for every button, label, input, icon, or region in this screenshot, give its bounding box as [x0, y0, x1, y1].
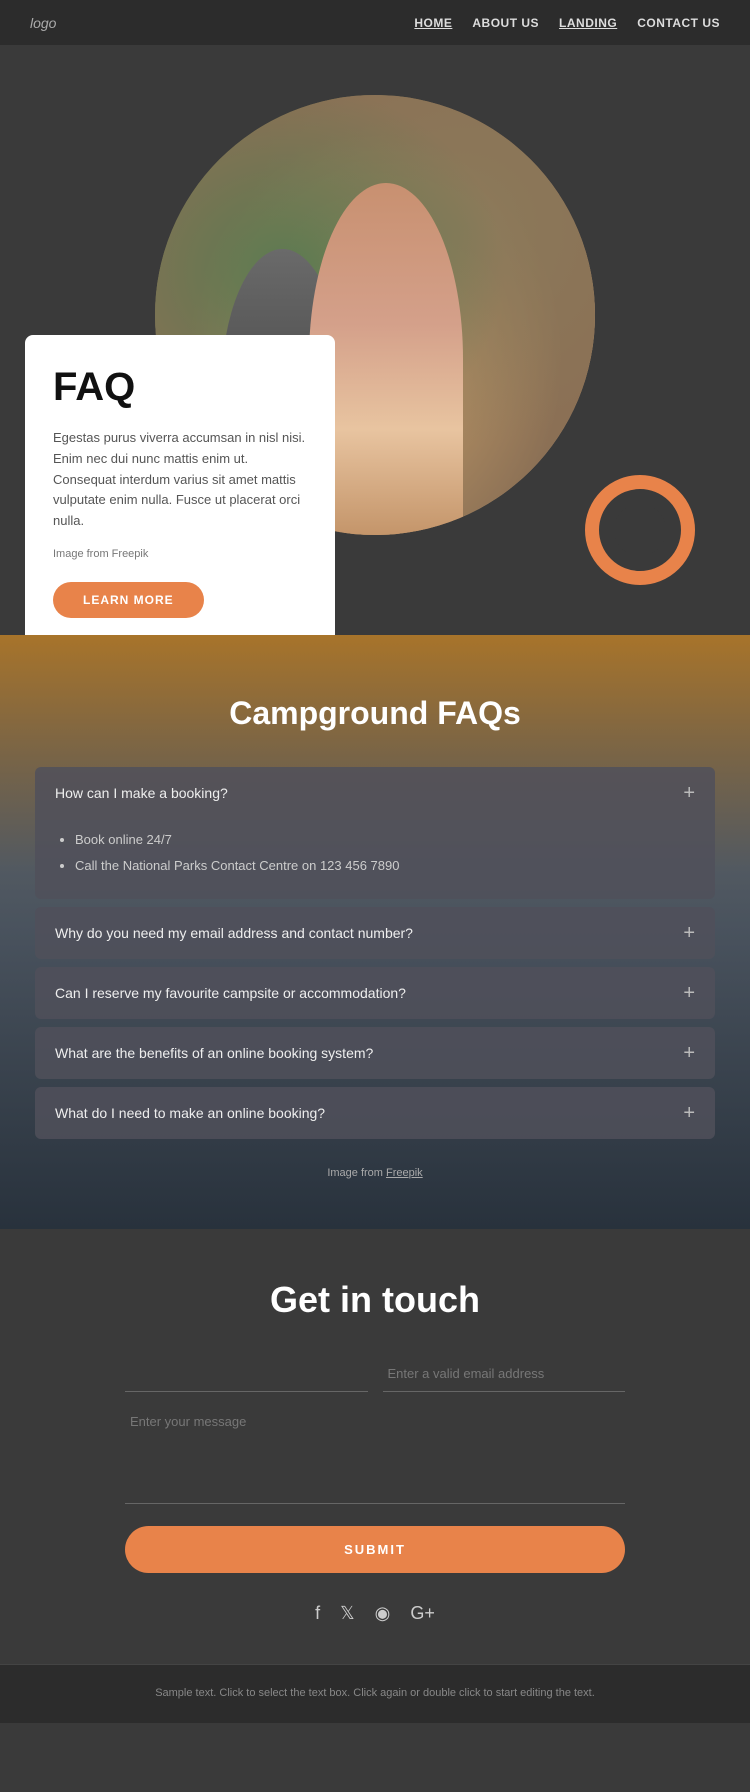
campground-image-credit: Image from Freepik	[0, 1167, 750, 1189]
faq-title: FAQ	[53, 365, 307, 410]
nav-link-contact[interactable]: CONTACT US	[637, 16, 720, 30]
footer: Sample text. Click to select the text bo…	[0, 1664, 750, 1723]
hero-section: FAQ Egestas purus viverra accumsan in ni…	[0, 45, 750, 635]
faq-question-1: Why do you need my email address and con…	[55, 925, 413, 941]
nav-item-home[interactable]: HOME	[414, 14, 452, 32]
faq-card: FAQ Egestas purus viverra accumsan in ni…	[25, 335, 335, 635]
campground-section: Campground FAQs How can I make a booking…	[0, 635, 750, 1229]
footer-text: Sample text. Click to select the text bo…	[30, 1685, 720, 1703]
faq-question-3: What are the benefits of an online booki…	[55, 1045, 373, 1061]
faq-question-4: What do I need to make an online booking…	[55, 1105, 325, 1121]
submit-button[interactable]: SUBMIT	[125, 1526, 625, 1573]
faq-question-0: How can I make a booking?	[55, 785, 228, 801]
faq-item-4: What do I need to make an online booking…	[35, 1087, 715, 1139]
nav-links: HOME ABOUT US LANDING CONTACT US	[414, 14, 720, 32]
faq-item-header-2[interactable]: Can I reserve my favourite campsite or a…	[35, 967, 715, 1019]
faq-plus-icon-3: +	[683, 1043, 695, 1063]
nav-link-landing[interactable]: LANDING	[559, 16, 617, 30]
name-input[interactable]	[125, 1356, 368, 1392]
nav-item-about[interactable]: ABOUT US	[472, 14, 539, 32]
campground-credit-text: Image from	[327, 1167, 386, 1179]
campground-title: Campground FAQs	[0, 695, 750, 732]
instagram-icon[interactable]: ◉	[375, 1603, 391, 1624]
faq-question-2: Can I reserve my favourite campsite or a…	[55, 985, 406, 1001]
faq-item-1: Why do you need my email address and con…	[35, 907, 715, 959]
faq-plus-icon-0: +	[683, 783, 695, 803]
message-textarea[interactable]	[125, 1404, 625, 1504]
faq-item-header-1[interactable]: Why do you need my email address and con…	[35, 907, 715, 959]
faq-item-2: Can I reserve my favourite campsite or a…	[35, 967, 715, 1019]
freepik-link[interactable]: Freepik	[386, 1167, 423, 1179]
faq-plus-icon-4: +	[683, 1103, 695, 1123]
nav-link-about[interactable]: ABOUT US	[472, 16, 539, 30]
twitter-icon[interactable]: 𝕏	[340, 1603, 355, 1624]
contact-section: Get in touch SUBMIT f 𝕏 ◉ G+	[0, 1229, 750, 1664]
faq-item-header-0[interactable]: How can I make a booking? +	[35, 767, 715, 819]
social-icons: f 𝕏 ◉ G+	[30, 1603, 720, 1624]
contact-title: Get in touch	[30, 1279, 720, 1321]
navbar: logo HOME ABOUT US LANDING CONTACT US	[0, 0, 750, 45]
decorative-circle-inner	[614, 504, 666, 556]
faq-accordion: How can I make a booking? + Book online …	[0, 767, 750, 1139]
faq-plus-icon-2: +	[683, 983, 695, 1003]
faq-item-0: How can I make a booking? + Book online …	[35, 767, 715, 899]
faq-item-header-4[interactable]: What do I need to make an online booking…	[35, 1087, 715, 1139]
contact-name-email-row	[125, 1356, 625, 1392]
facebook-icon[interactable]: f	[315, 1603, 320, 1624]
email-input[interactable]	[383, 1356, 626, 1392]
faq-plus-icon-1: +	[683, 923, 695, 943]
googleplus-icon[interactable]: G+	[410, 1603, 435, 1624]
decorative-circle	[585, 475, 695, 585]
faq-item-3: What are the benefits of an online booki…	[35, 1027, 715, 1079]
nav-link-home[interactable]: HOME	[414, 16, 452, 30]
faq-item-body-0: Book online 24/7 Call the National Parks…	[35, 819, 715, 899]
faq-answer-item-0-1: Call the National Parks Contact Centre o…	[75, 855, 695, 877]
faq-description: Egestas purus viverra accumsan in nisl n…	[53, 428, 307, 532]
faq-item-header-3[interactable]: What are the benefits of an online booki…	[35, 1027, 715, 1079]
learn-more-button[interactable]: LEARN MORE	[53, 582, 204, 618]
faq-answer-item-0-0: Book online 24/7	[75, 829, 695, 851]
contact-form: SUBMIT	[125, 1356, 625, 1573]
nav-item-landing[interactable]: LANDING	[559, 14, 617, 32]
logo: logo	[30, 15, 56, 31]
nav-item-contact[interactable]: CONTACT US	[637, 14, 720, 32]
hero-image-credit: Image from Freepik	[53, 546, 307, 564]
